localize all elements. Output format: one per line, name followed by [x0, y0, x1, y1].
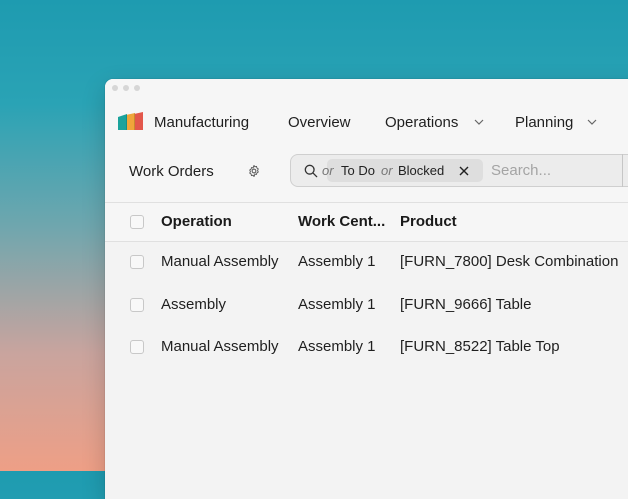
- top-navbar: Manufacturing Overview Operations Planni…: [105, 97, 628, 147]
- gear-icon[interactable]: [247, 164, 261, 178]
- chevron-down-icon[interactable]: [587, 119, 597, 125]
- breadcrumb[interactable]: Work Orders: [129, 163, 214, 180]
- cell-work-center: Assembly 1: [298, 338, 376, 355]
- select-all-checkbox[interactable]: [130, 215, 144, 229]
- search-divider: [622, 154, 623, 187]
- search-bar[interactable]: or To Do or Blocked Search...: [290, 154, 628, 187]
- search-icon: [304, 164, 318, 178]
- search-input[interactable]: Search...: [491, 162, 551, 179]
- title-bar: [105, 79, 628, 97]
- window-control-dot[interactable]: [112, 85, 118, 91]
- cell-operation: Assembly: [161, 296, 227, 313]
- cell-product: [FURN_8522] Table Top: [400, 338, 560, 355]
- chevron-down-icon[interactable]: [474, 119, 484, 125]
- column-header-product[interactable]: Product: [400, 213, 457, 230]
- column-header-work-center[interactable]: Work Cent...: [298, 213, 385, 230]
- facet-or-partial: or: [322, 163, 334, 178]
- app-logo-icon[interactable]: [117, 112, 145, 130]
- table-row[interactable]: Manual Assembly Assembly 1 [FURN_8522] T…: [105, 326, 628, 368]
- app-name[interactable]: Manufacturing: [154, 114, 249, 131]
- row-checkbox[interactable]: [130, 298, 144, 312]
- cell-work-center: Assembly 1: [298, 253, 376, 270]
- table-header: Operation Work Cent... Product: [105, 203, 628, 242]
- window-control-dot[interactable]: [123, 85, 129, 91]
- nav-item-planning[interactable]: Planning: [515, 114, 573, 131]
- cell-product: [FURN_7800] Desk Combination: [400, 253, 619, 270]
- column-header-operation[interactable]: Operation: [161, 213, 232, 230]
- table-row[interactable]: Assembly Assembly 1 [FURN_9666] Table: [105, 284, 628, 326]
- table-row[interactable]: Manual Assembly Assembly 1 [FURN_7800] D…: [105, 241, 628, 283]
- facet-value-todo: To Do: [341, 163, 375, 178]
- cell-operation: Manual Assembly: [161, 253, 279, 270]
- row-checkbox[interactable]: [130, 255, 144, 269]
- cell-work-center: Assembly 1: [298, 296, 376, 313]
- row-checkbox[interactable]: [130, 340, 144, 354]
- control-panel: Work Orders or To Do or Blocked Search..…: [105, 147, 628, 203]
- facet-value-blocked: Blocked: [398, 163, 445, 178]
- nav-item-operations[interactable]: Operations: [385, 114, 458, 131]
- search-facet[interactable]: or To Do or Blocked: [322, 159, 483, 182]
- cell-operation: Manual Assembly: [161, 338, 279, 355]
- nav-item-overview[interactable]: Overview: [288, 114, 351, 131]
- cell-product: [FURN_9666] Table: [400, 296, 532, 313]
- app-window: Manufacturing Overview Operations Planni…: [105, 79, 628, 499]
- window-control-dot[interactable]: [134, 85, 140, 91]
- facet-or: or: [381, 163, 393, 178]
- close-icon[interactable]: [459, 166, 469, 176]
